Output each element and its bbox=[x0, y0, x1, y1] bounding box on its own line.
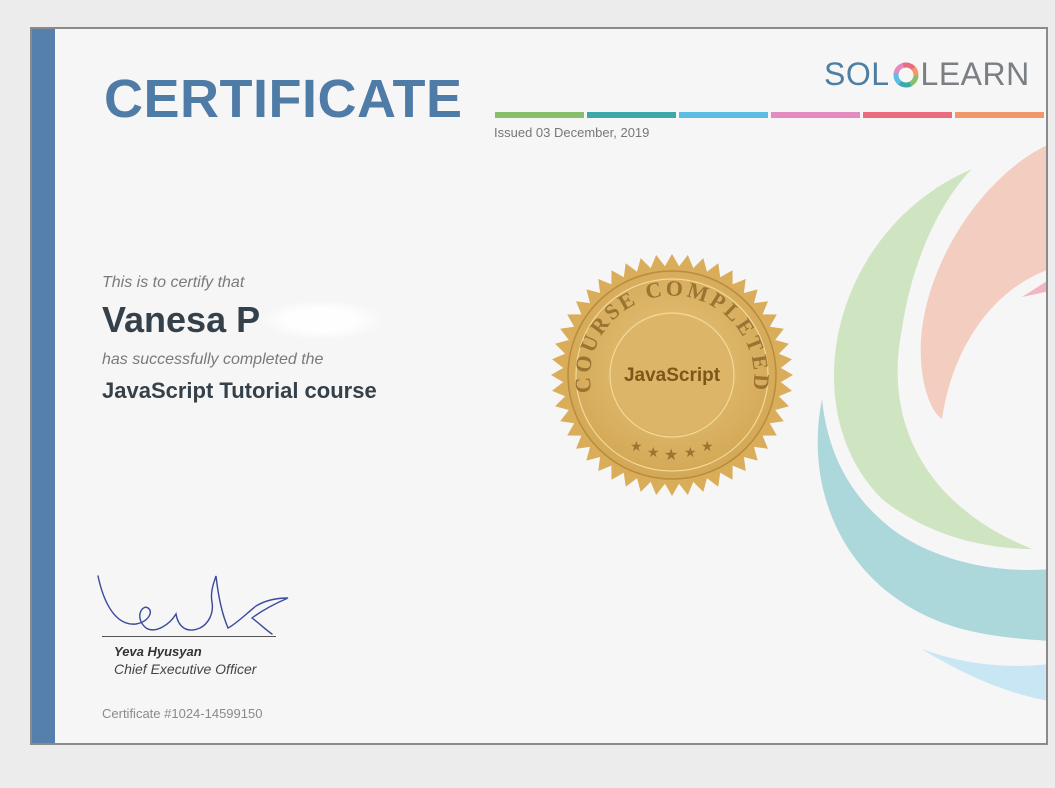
strip-teal bbox=[587, 112, 676, 118]
course-name: JavaScript Tutorial course bbox=[102, 378, 377, 403]
seal-star-2: ★ bbox=[647, 444, 660, 460]
color-strips bbox=[495, 112, 1044, 118]
sololearn-logo: SOL LEARN bbox=[824, 56, 1030, 93]
strip-red bbox=[863, 112, 952, 118]
certificate-number: Certificate #1024-14599150 bbox=[102, 706, 263, 721]
certificate-frame: CERTIFICATE Issued 03 December, 2019 SOL… bbox=[30, 27, 1048, 745]
strip-green bbox=[495, 112, 584, 118]
signature-line bbox=[102, 636, 276, 637]
left-accent-bar bbox=[32, 29, 55, 743]
sololearn-ring-icon bbox=[893, 62, 919, 87]
seal-center-text: JavaScript bbox=[624, 365, 721, 386]
strip-orange bbox=[955, 112, 1044, 118]
strip-pink bbox=[771, 112, 860, 118]
signer-name: Yeva Hyusyan bbox=[114, 644, 202, 659]
recipient-name-text: Vanesa P bbox=[102, 299, 261, 340]
certify-lead-text: This is to certify that bbox=[102, 274, 245, 291]
seal-star-4: ★ bbox=[684, 444, 697, 460]
seal-star-1: ★ bbox=[630, 438, 643, 454]
recipient-name: Vanesa P bbox=[102, 299, 383, 341]
gold-seal-icon: COURSE COMPLETED JavaScript ★ ★ ★ ★ ★ bbox=[551, 254, 793, 496]
logo-text-left: SOL bbox=[824, 56, 890, 92]
signature-image bbox=[97, 575, 289, 635]
completed-text: has successfully completed the bbox=[102, 351, 324, 368]
logo-text-right: LEARN bbox=[920, 56, 1030, 92]
signer-role: Chief Executive Officer bbox=[114, 661, 257, 677]
strip-blue bbox=[679, 112, 768, 118]
seal-star-3: ★ bbox=[664, 447, 678, 464]
redacted-surname bbox=[262, 301, 383, 339]
seal-star-5: ★ bbox=[701, 438, 714, 454]
certificate-title: CERTIFICATE bbox=[104, 69, 463, 129]
issued-date: Issued 03 December, 2019 bbox=[494, 125, 650, 140]
